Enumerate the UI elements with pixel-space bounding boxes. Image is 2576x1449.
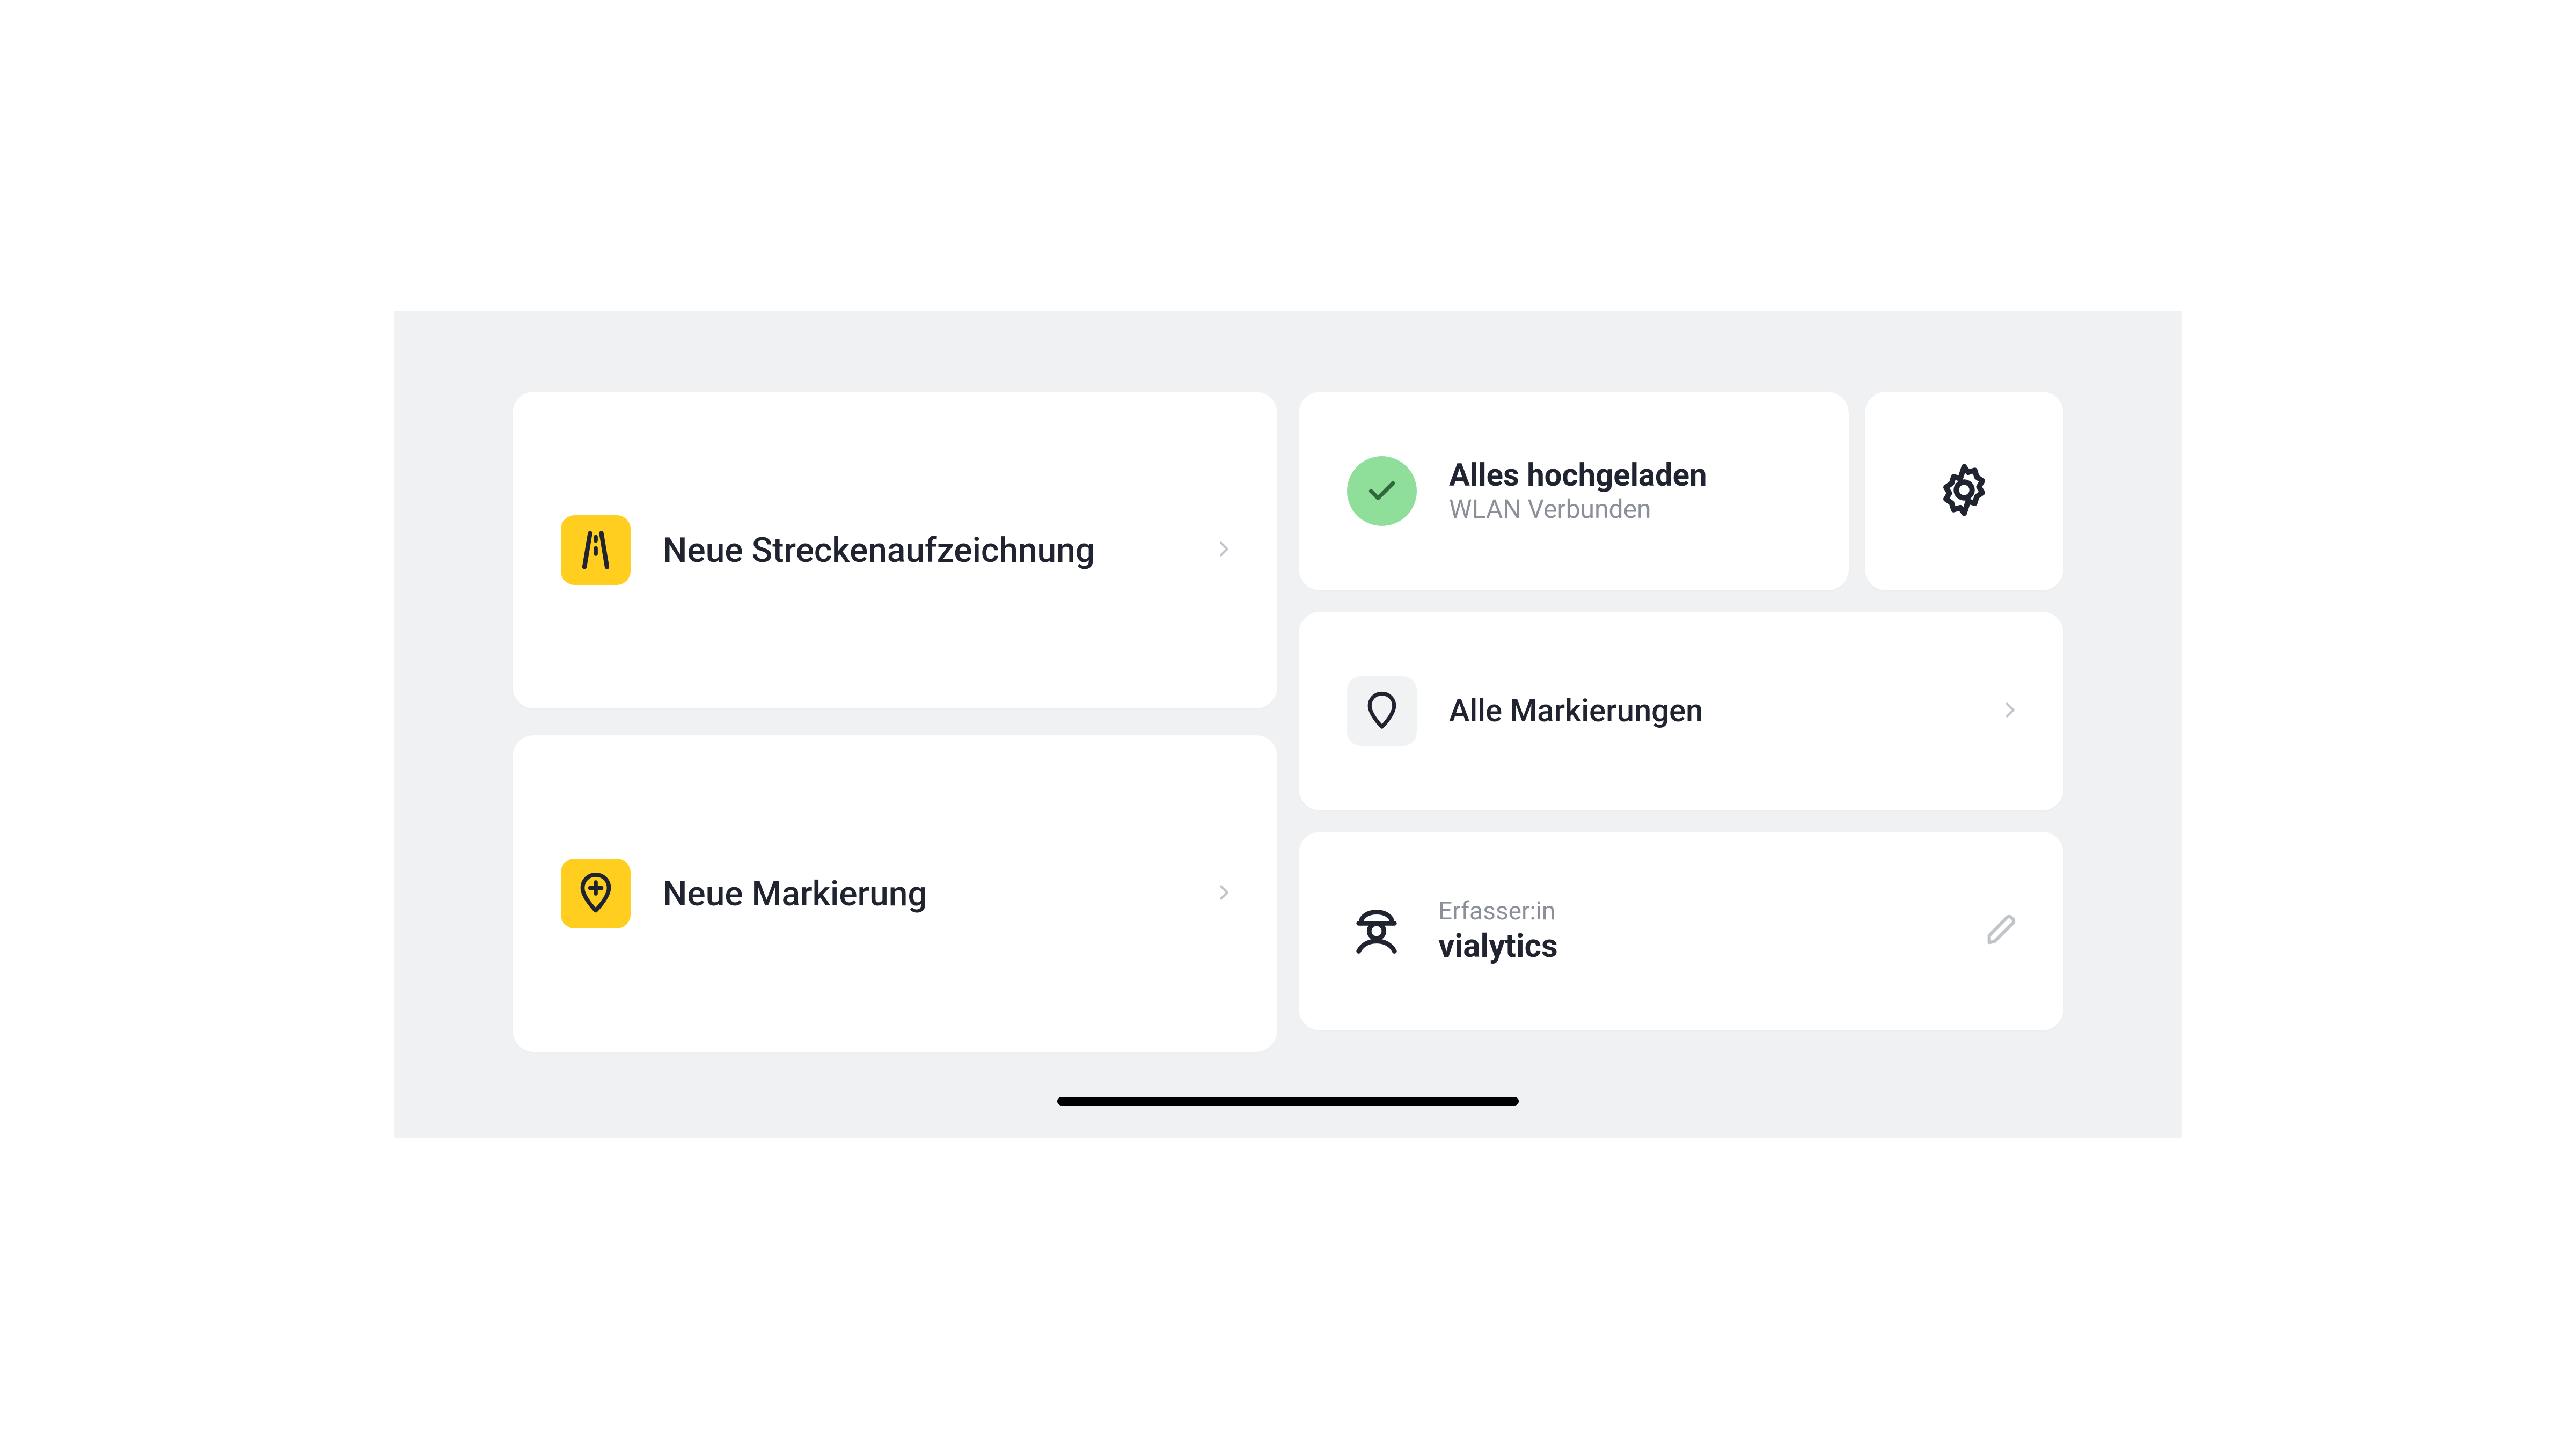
- new-marker-label: Neue Markierung: [663, 874, 1181, 914]
- settings-button[interactable]: [1865, 392, 2063, 590]
- right-column: Alles hochgeladen WLAN Verbunden: [1299, 392, 2063, 1052]
- worker-icon: [1347, 904, 1406, 958]
- new-marker-card[interactable]: Neue Markierung: [513, 735, 1277, 1052]
- marker-icon: [1347, 676, 1417, 746]
- record-route-label: Neue Streckenaufzeichnung: [663, 530, 1181, 570]
- upload-status-title: Alles hochgeladen: [1449, 458, 1707, 494]
- left-column: Neue Streckenaufzeichnung Neue Markierun…: [513, 392, 1277, 1052]
- recorder-text: Erfasser:in vialytics: [1438, 897, 1951, 965]
- status-row: Alles hochgeladen WLAN Verbunden: [1299, 392, 2063, 590]
- recorder-name: vialytics: [1438, 927, 1951, 965]
- record-route-card[interactable]: Neue Streckenaufzeichnung: [513, 392, 1277, 708]
- chevron-right-icon: [1213, 882, 1234, 905]
- edit-recorder-button[interactable]: [1983, 911, 2021, 951]
- check-icon: [1347, 456, 1417, 526]
- upload-status-subtitle: WLAN Verbunden: [1449, 494, 1707, 525]
- all-markers-card[interactable]: Alle Markierungen: [1299, 612, 2063, 810]
- gear-icon: [1935, 460, 1994, 522]
- main-grid: Neue Streckenaufzeichnung Neue Markierun…: [513, 392, 2063, 1052]
- app-home-screen: Neue Streckenaufzeichnung Neue Markierun…: [394, 311, 2182, 1138]
- home-indicator[interactable]: [1057, 1097, 1519, 1106]
- upload-status-text: Alles hochgeladen WLAN Verbunden: [1449, 458, 1707, 524]
- all-markers-label: Alle Markierungen: [1449, 693, 1967, 729]
- recorder-caption: Erfasser:in: [1438, 897, 1951, 926]
- pencil-icon: [1983, 911, 2021, 951]
- road-icon: [561, 515, 631, 585]
- marker-add-icon: [561, 859, 631, 928]
- chevron-right-icon: [1999, 699, 2021, 723]
- upload-status-card[interactable]: Alles hochgeladen WLAN Verbunden: [1299, 392, 1849, 590]
- chevron-right-icon: [1213, 538, 1234, 562]
- recorder-card: Erfasser:in vialytics: [1299, 832, 2063, 1030]
